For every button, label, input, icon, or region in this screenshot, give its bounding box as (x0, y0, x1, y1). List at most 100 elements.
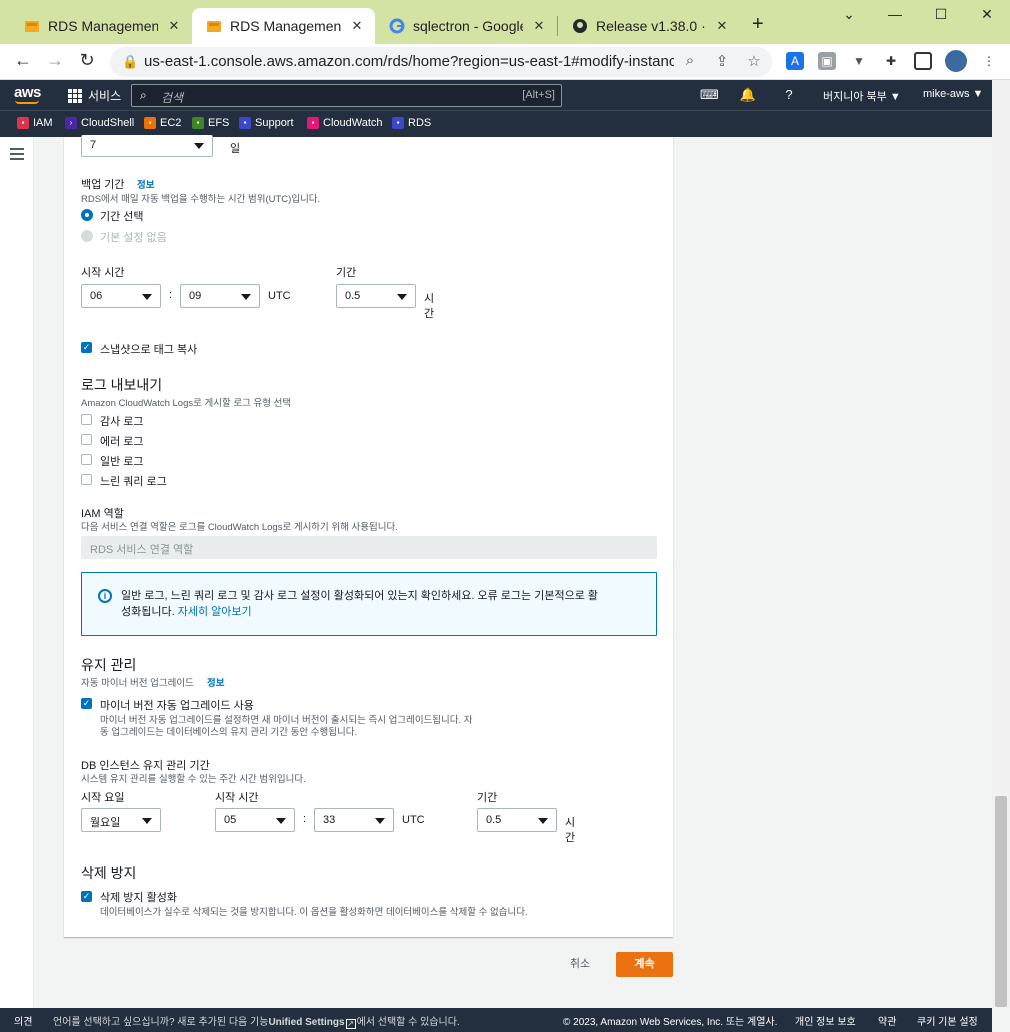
address-bar[interactable]: 🔒 us-east-1.console.aws.amazon.com/rds/h… (110, 47, 772, 77)
scrollbar-thumb[interactable] (995, 796, 1007, 1007)
favorite-iam[interactable]: ▪ IAM (17, 117, 53, 129)
copy-tags-checkbox[interactable]: ✓ (81, 342, 92, 353)
privacy-link[interactable]: 개인 정보 보호 (795, 1013, 856, 1028)
favorite-cloudwatch[interactable]: ▪ CloudWatch (307, 117, 383, 129)
favorite-label: EFS (208, 117, 230, 129)
close-tab-icon[interactable]: ✕ (714, 18, 730, 34)
maintenance-heading: 유지 관리 (81, 657, 137, 673)
hamburger-menu-icon[interactable] (10, 148, 24, 163)
puzzle-extensions-icon[interactable]: ✚ (882, 52, 900, 70)
account-menu[interactable]: mike-aws ▼ (923, 88, 983, 100)
reload-icon[interactable]: ↻ (75, 50, 99, 71)
time-colon: : (303, 813, 307, 825)
continue-button[interactable]: 계속 (616, 952, 673, 977)
search-placeholder: 검색 (161, 91, 184, 105)
services-menu-button[interactable]: 서비스 (68, 87, 121, 104)
backup-hour-select[interactable]: 06 (81, 284, 161, 308)
browser-menu-icon[interactable]: ⋮ (980, 52, 998, 70)
slow-query-log-checkbox[interactable] (81, 474, 92, 485)
chevron-down-icon (397, 294, 407, 300)
side-navigation (0, 137, 34, 1008)
bookmark-star-icon[interactable]: ☆ (744, 52, 764, 70)
maximize-icon[interactable]: ☐ (918, 6, 964, 23)
zoom-search-icon[interactable]: ⌕ (680, 52, 700, 69)
info-alert-text: 일반 로그, 느린 쿼리 로그 및 감사 로그 설정이 활성화되어 있는지 확인… (121, 588, 647, 620)
browser-tab[interactable]: sqlectron - Google 검 ✕ (375, 8, 557, 44)
cloudshell-icon[interactable]: ⌨ (700, 87, 719, 103)
terms-link[interactable]: 약관 (878, 1013, 896, 1028)
browser-tab[interactable]: Release v1.38.0 · sqle ✕ (558, 8, 740, 44)
vimeo-extension-icon[interactable]: ▼ (850, 52, 868, 70)
aws-top-nav: aws 서비스 ⌕ 검색 [Alt+S] ⌨ 🔔 ? 버지니아 북부 ▼ mik… (0, 80, 992, 110)
browser-tab[interactable]: RDS Management Co ✕ (10, 8, 192, 44)
deletion-protection-label: 삭제 방지 활성화 (100, 892, 177, 904)
minimize-icon[interactable]: — (872, 6, 918, 22)
close-tab-icon[interactable]: ✕ (349, 18, 365, 34)
backup-duration-select[interactable]: 0.5 (336, 284, 416, 308)
new-tab-icon[interactable]: + (752, 13, 764, 36)
deletion-protection-heading: 삭제 방지 (81, 865, 137, 881)
auto-minor-upgrade-checkbox[interactable]: ✓ (81, 698, 92, 709)
help-icon[interactable]: ? (780, 87, 798, 102)
browser-tab-strip: RDS Management Co ✕ RDS Management Co ✕ … (0, 0, 1010, 44)
radio-no-preference-label: 기본 설정 없음 (100, 232, 167, 244)
copy-tags-label: 스냅샷으로 태그 복사 (100, 344, 198, 356)
maintenance-duration-select[interactable]: 0.5 (477, 808, 557, 832)
retention-unit: 일 (230, 143, 241, 155)
aws-logo[interactable]: aws (14, 84, 41, 101)
radio-choose-window[interactable] (81, 209, 93, 221)
general-log-label: 일반 로그 (100, 456, 144, 468)
translate-extension-icon[interactable]: A (786, 52, 804, 70)
auto-minor-upgrade-label: 마이너 버전 자동 업그레이드 사용 (100, 700, 254, 712)
unified-settings-link[interactable]: Unified Settings (268, 1017, 344, 1028)
url-text[interactable]: us-east-1.console.aws.amazon.com/rds/hom… (144, 53, 674, 70)
region-selector[interactable]: 버지니아 북부 ▼ (823, 88, 901, 104)
aws-rds-icon (207, 21, 221, 32)
maintenance-hour-select[interactable]: 05 (215, 808, 295, 832)
radio-no-preference[interactable] (81, 230, 93, 242)
extension-icon[interactable]: ▣ (818, 52, 836, 70)
browser-tab-active[interactable]: RDS Management Co ✕ (192, 8, 375, 44)
console-search-input[interactable]: ⌕ 검색 [Alt+S] (131, 84, 562, 107)
general-log-checkbox[interactable] (81, 454, 92, 465)
select-value: 7 (90, 139, 97, 151)
side-panel-icon[interactable] (914, 52, 932, 70)
maintenance-minute-select[interactable]: 33 (314, 808, 394, 832)
learn-more-link[interactable]: 자세히 알아보기 (178, 606, 252, 618)
feedback-link[interactable]: 의견 (14, 1013, 32, 1028)
tab-search-icon[interactable]: ⌄ (826, 6, 872, 23)
deletion-protection-checkbox[interactable]: ✓ (81, 891, 92, 902)
favorite-ec2[interactable]: ▪ EC2 (144, 117, 181, 129)
forward-icon[interactable]: → (43, 50, 67, 71)
share-icon[interactable]: ⇪ (712, 52, 732, 70)
services-label: 서비스 (88, 89, 122, 103)
notifications-bell-icon[interactable]: 🔔 (739, 87, 757, 103)
profile-avatar[interactable] (945, 50, 967, 72)
cookie-preferences-link[interactable]: 쿠키 기본 설정 (917, 1013, 978, 1028)
alert-text-line: 일반 로그, 느린 쿼리 로그 및 감사 로그 설정이 활성화되어 있는지 확인… (121, 590, 598, 602)
info-link[interactable]: 정보 (137, 177, 154, 191)
backup-window-desc: RDS에서 매일 자동 백업을 수행하는 시간 범위(UTC)입니다. (81, 194, 321, 205)
maintenance-day-select[interactable]: 월요일 (81, 808, 161, 832)
favorite-support[interactable]: ▪ Support (239, 117, 294, 129)
cancel-button[interactable]: 취소 (556, 952, 604, 976)
close-window-icon[interactable]: ✕ (964, 6, 1010, 23)
favorite-label: Support (255, 117, 294, 129)
duration-unit: 간 (565, 832, 576, 844)
maintenance-window-desc: 시스템 유지 관리를 실행할 수 있는 주간 시간 범위입니다. (81, 774, 306, 785)
back-icon[interactable]: ← (11, 50, 35, 71)
favorite-efs[interactable]: ▪ EFS (192, 117, 229, 129)
favorite-rds[interactable]: ▪ RDS (392, 117, 431, 129)
start-day-label: 시작 요일 (81, 792, 125, 804)
backup-minute-select[interactable]: 09 (180, 284, 260, 308)
backup-retention-select[interactable]: 7 (81, 135, 213, 157)
audit-log-checkbox[interactable] (81, 414, 92, 425)
info-link[interactable]: 정보 (207, 675, 224, 689)
close-tab-icon[interactable]: ✕ (531, 18, 547, 34)
error-log-checkbox[interactable] (81, 434, 92, 445)
iam-role-value: RDS 서비스 연결 역할 (90, 544, 194, 556)
favorite-cloudshell[interactable]: › CloudShell (65, 117, 134, 129)
close-tab-icon[interactable]: ✕ (166, 18, 182, 34)
iam-icon: ▪ (17, 117, 29, 129)
cloudwatch-icon: ▪ (307, 117, 319, 129)
